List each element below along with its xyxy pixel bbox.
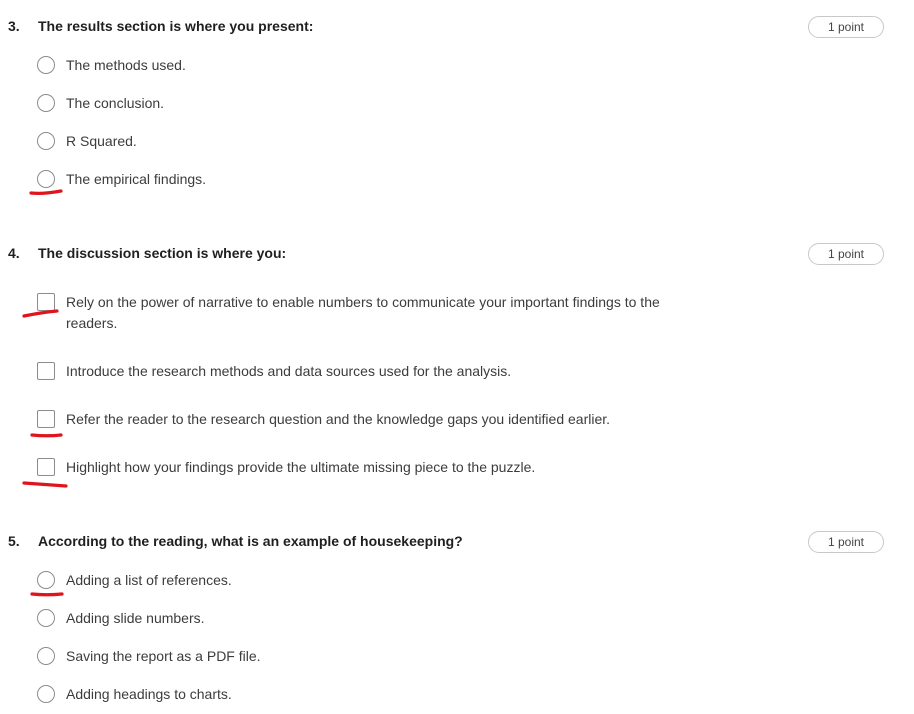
q3-option-2[interactable]: The conclusion. [37, 94, 164, 114]
q4-option-3[interactable]: Refer the reader to the research questio… [37, 410, 610, 430]
q5-option-1-label: Adding a list of references. [66, 572, 232, 588]
question-3-number: 3. [8, 18, 20, 34]
radio-button[interactable] [37, 609, 55, 627]
q3-option-1-label: The methods used. [66, 57, 186, 73]
q4-option-4-label: Highlight how your findings provide the … [66, 459, 536, 475]
radio-button[interactable] [37, 647, 55, 665]
q5-option-4-label: Adding headings to charts. [66, 686, 232, 702]
checkbox[interactable] [37, 293, 55, 311]
q3-option-4-label: The empirical findings. [66, 171, 207, 187]
radio-button[interactable] [37, 132, 55, 150]
radio-button[interactable] [37, 685, 55, 703]
q5-option-2[interactable]: Adding slide numbers. [37, 609, 205, 629]
question-5-points-badge: 1 point [808, 531, 884, 553]
question-3-text: The results section is where you present… [38, 18, 314, 34]
q4-option-3-label: Refer the reader to the research questio… [66, 411, 611, 427]
q3-option-3-label: R Squared. [66, 133, 137, 149]
q5-option-2-label: Adding slide numbers. [66, 610, 205, 626]
q5-option-4[interactable]: Adding headings to charts. [37, 685, 232, 705]
question-3-points-badge: 1 point [808, 16, 884, 38]
checkbox[interactable] [37, 362, 55, 380]
red-underline-mark [30, 433, 63, 438]
q4-option-2[interactable]: Introduce the research methods and data … [37, 362, 511, 382]
checkbox[interactable] [37, 410, 55, 428]
question-5-number: 5. [8, 533, 20, 549]
q3-option-4[interactable]: The empirical findings. [37, 170, 206, 190]
q4-option-1-label: Rely on the power of narrative to enable… [66, 294, 660, 331]
radio-button[interactable] [37, 170, 55, 188]
q5-option-1[interactable]: Adding a list of references. [37, 571, 232, 591]
question-5-text: According to the reading, what is an exa… [38, 533, 463, 549]
question-4-points-badge: 1 point [808, 243, 884, 265]
q3-option-2-label: The conclusion. [66, 95, 165, 111]
q3-option-1[interactable]: The methods used. [37, 56, 186, 76]
red-underline-mark [22, 481, 68, 488]
radio-button[interactable] [37, 94, 55, 112]
q5-option-3[interactable]: Saving the report as a PDF file. [37, 647, 261, 667]
q3-option-3[interactable]: R Squared. [37, 132, 137, 152]
q4-option-1[interactable]: Rely on the power of narrative to enable… [37, 293, 706, 334]
q4-option-2-label: Introduce the research methods and data … [66, 363, 512, 379]
checkbox[interactable] [37, 458, 55, 476]
radio-button[interactable] [37, 571, 55, 589]
radio-button[interactable] [37, 56, 55, 74]
q5-option-3-label: Saving the report as a PDF file. [66, 648, 261, 664]
question-4-text: The discussion section is where you: [38, 245, 287, 261]
question-4-number: 4. [8, 245, 20, 261]
q4-option-4[interactable]: Highlight how your findings provide the … [37, 458, 535, 478]
